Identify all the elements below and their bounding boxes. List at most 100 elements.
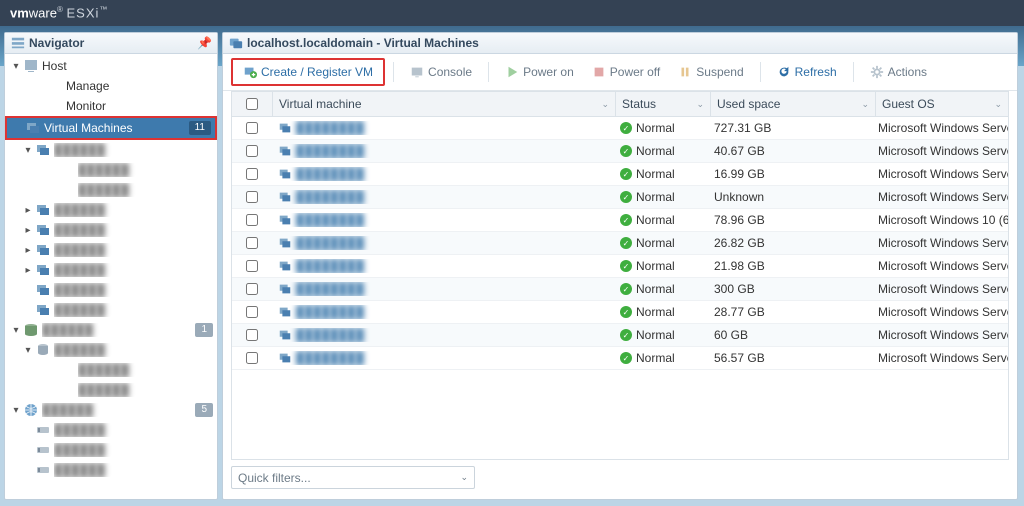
tree-twisty[interactable]: ▾	[9, 325, 23, 336]
row-name[interactable]: ████████	[272, 351, 614, 365]
table-row[interactable]: ████████✓Normal56.57 GBMicrosoft Windows…	[232, 347, 1008, 370]
row-os: Microsoft Windows Server 201…	[872, 236, 1008, 250]
nav-item-vm[interactable]: Virtual Machines11	[5, 116, 217, 140]
table-row[interactable]: ████████✓Normal21.98 GBMicrosoft Windows…	[232, 255, 1008, 278]
nav-label: ██████	[54, 203, 213, 217]
col-status[interactable]: Status⌄	[616, 92, 711, 116]
table-row[interactable]: ████████✓Normal300 GBMicrosoft Windows S…	[232, 278, 1008, 301]
row-checkbox[interactable]	[232, 145, 272, 157]
row-name[interactable]: ████████	[272, 236, 614, 250]
nav-label: ██████	[54, 423, 213, 437]
vm-name-text: ████████	[296, 305, 364, 319]
col-os[interactable]: Guest OS⌄	[876, 92, 1008, 116]
create-register-vm-button[interactable]: Create / Register VM	[231, 58, 385, 86]
row-checkbox[interactable]	[232, 168, 272, 180]
nav-item-nic[interactable]: ██████	[5, 420, 217, 440]
play-icon	[505, 65, 519, 79]
row-name[interactable]: ████████	[272, 144, 614, 158]
chevron-down-icon: ⌄	[460, 472, 468, 483]
row-used: 56.57 GB	[708, 351, 872, 365]
quick-filters-dropdown[interactable]: Quick filters... ⌄	[231, 466, 475, 489]
row-name[interactable]: ████████	[272, 305, 614, 319]
table-row[interactable]: ████████✓Normal727.31 GBMicrosoft Window…	[232, 117, 1008, 140]
nav-item-child[interactable]: Monitor	[5, 96, 217, 116]
row-name[interactable]: ████████	[272, 167, 614, 181]
col-vm[interactable]: Virtual machine⌄	[273, 92, 616, 116]
pin-icon[interactable]: 📌	[197, 36, 211, 50]
vm-name-text: ████████	[296, 236, 364, 250]
nav-item-vmc[interactable]: ▸██████	[5, 240, 217, 260]
col-used[interactable]: Used space⌄	[711, 92, 876, 116]
nav-item-vmc[interactable]: ▸██████	[5, 260, 217, 280]
status-ok-icon: ✓	[620, 237, 632, 249]
tree-twisty[interactable]: ▸	[21, 265, 35, 276]
nav-item-net[interactable]: ▾██████5	[5, 400, 217, 420]
nav-item-store[interactable]: ▾██████1	[5, 320, 217, 340]
table-row[interactable]: ████████✓Normal28.77 GBMicrosoft Windows…	[232, 301, 1008, 324]
nav-item-vmc[interactable]: ██████	[5, 280, 217, 300]
suspend-button[interactable]: Suspend	[670, 62, 751, 82]
row-os: Microsoft Windows Server 201…	[872, 167, 1008, 181]
nav-label: ██████	[54, 223, 213, 237]
nav-item-dsc[interactable]: ██████	[5, 380, 217, 400]
nav-item-vmc[interactable]: ██████	[5, 160, 217, 180]
tree-twisty[interactable]: ▾	[21, 345, 35, 356]
row-name[interactable]: ████████	[272, 328, 614, 342]
row-name[interactable]: ████████	[272, 121, 614, 135]
nav-item-vmc[interactable]: ▸ ██████	[5, 220, 217, 240]
row-checkbox[interactable]	[232, 260, 272, 272]
nav-item-nic[interactable]: ██████	[5, 440, 217, 460]
vm-icon	[35, 202, 51, 218]
table-row[interactable]: ████████✓Normal60 GBMicrosoft Windows Se…	[232, 324, 1008, 347]
nav-item-vmc[interactable]: ██████	[5, 300, 217, 320]
tree-twisty[interactable]: ▸	[21, 245, 35, 256]
row-checkbox[interactable]	[232, 283, 272, 295]
nav-item-vmc[interactable]: ██████	[5, 180, 217, 200]
nav-item-child[interactable]: Manage	[5, 76, 217, 96]
console-icon	[410, 65, 424, 79]
actions-button[interactable]: Actions	[862, 62, 935, 82]
row-checkbox[interactable]	[232, 306, 272, 318]
row-checkbox[interactable]	[232, 237, 272, 249]
header-checkbox[interactable]	[232, 92, 273, 116]
row-name[interactable]: ████████	[272, 213, 614, 227]
row-checkbox[interactable]	[232, 191, 272, 203]
tree-twisty[interactable]: ▸	[21, 205, 35, 216]
table-row[interactable]: ████████✓NormalUnknownMicrosoft Windows …	[232, 186, 1008, 209]
refresh-button[interactable]: Refresh	[769, 62, 845, 82]
power-off-button[interactable]: Power off	[584, 62, 668, 82]
nav-item-dsc[interactable]: ██████	[5, 360, 217, 380]
blank-icon	[59, 382, 75, 398]
console-button[interactable]: Console	[402, 62, 480, 82]
nav-item-host[interactable]: ▾Host	[5, 56, 217, 76]
row-used: 28.77 GB	[708, 305, 872, 319]
row-checkbox[interactable]	[232, 329, 272, 341]
row-name[interactable]: ████████	[272, 190, 614, 204]
table-body: ████████✓Normal727.31 GBMicrosoft Window…	[231, 117, 1009, 460]
nav-item-vmc[interactable]: ▸ ██████	[5, 200, 217, 220]
row-os: Microsoft Windows 10 (64-bit)	[872, 213, 1008, 227]
nav-item-dsc[interactable]: ▾██████	[5, 340, 217, 360]
table-row[interactable]: ████████✓Normal16.99 GBMicrosoft Windows…	[232, 163, 1008, 186]
row-checkbox[interactable]	[232, 214, 272, 226]
row-name[interactable]: ████████	[272, 282, 614, 296]
tree-twisty[interactable]: ▸	[21, 225, 35, 236]
tree-twisty[interactable]: ▾	[9, 405, 23, 416]
datastore-icon	[35, 342, 51, 358]
table-row[interactable]: ████████✓Normal78.96 GBMicrosoft Windows…	[232, 209, 1008, 232]
status-ok-icon: ✓	[620, 306, 632, 318]
status-ok-icon: ✓	[620, 329, 632, 341]
row-checkbox[interactable]	[232, 352, 272, 364]
nav-item-vmc[interactable]: ▾██████	[5, 140, 217, 160]
navigator-panel: Navigator 📌 ▾HostManageMonitorVirtual Ma…	[4, 32, 218, 500]
tree-twisty[interactable]: ▾	[21, 145, 35, 156]
tree-twisty[interactable]: ▾	[9, 61, 23, 72]
nav-item-nic[interactable]: ██████	[5, 460, 217, 480]
table-row[interactable]: ████████✓Normal40.67 GBMicrosoft Windows…	[232, 140, 1008, 163]
row-name[interactable]: ████████	[272, 259, 614, 273]
blank-icon	[59, 162, 75, 178]
table-row[interactable]: ████████✓Normal26.82 GBMicrosoft Windows…	[232, 232, 1008, 255]
power-on-button[interactable]: Power on	[497, 62, 582, 82]
vm-icon	[278, 328, 292, 342]
row-checkbox[interactable]	[232, 122, 272, 134]
